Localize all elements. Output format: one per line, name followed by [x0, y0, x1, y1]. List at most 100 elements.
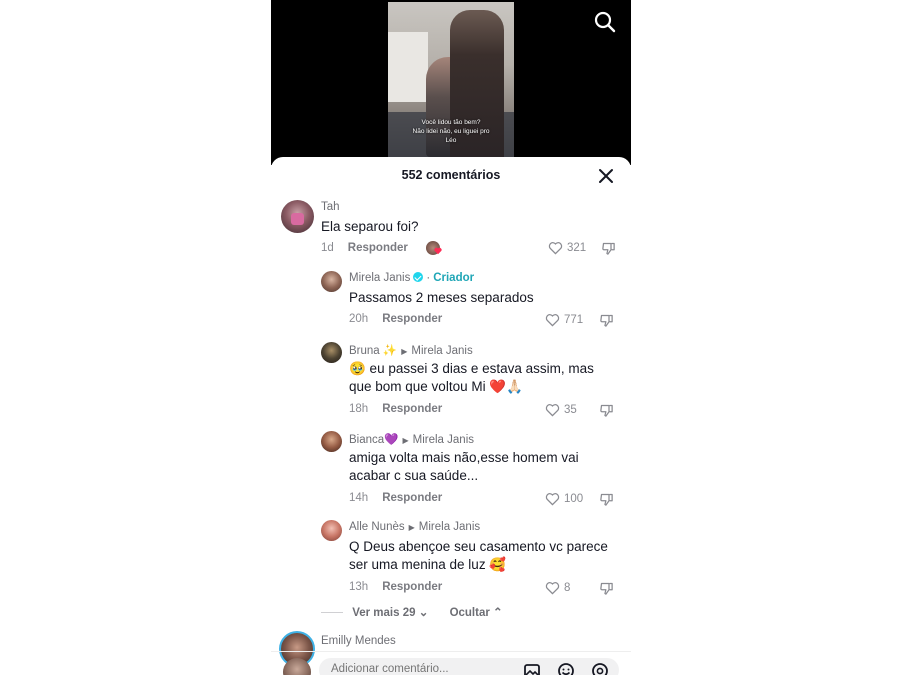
video-caption-line: Não lidei não, eu liguei pro [412, 128, 490, 135]
video-caption-line: Léo [445, 137, 457, 144]
comment-meta: 14h Responder [349, 492, 442, 504]
like-count: 321 [567, 242, 587, 255]
comment-text-line: Q Deus abençoe seu casamento vc parece [349, 539, 608, 554]
comment-input-field[interactable] [319, 658, 619, 675]
comment-username[interactable]: Emilly Mendes [321, 635, 396, 647]
chevron-up-icon: ⌃ [493, 607, 503, 619]
dislike-icon[interactable] [599, 492, 614, 512]
comment-item: Tah Ela separou foi? 1d Responder 321 [271, 197, 631, 259]
chevron-down-icon: ⌄ [418, 607, 429, 619]
avatar[interactable] [321, 342, 342, 363]
creator-badge: Criador [433, 272, 475, 284]
avatar[interactable] [321, 271, 342, 292]
emoji-icon[interactable] [557, 662, 575, 675]
comments-header: 552 comentários [271, 157, 631, 193]
comment-item: Emilly Mendes [271, 629, 631, 667]
comment-text-line: que bom que voltou Mi ❤️🙏🏻 [349, 379, 523, 394]
comment-text: Ela separou foi? [321, 219, 419, 234]
reply-arrow-icon: ▶ [401, 347, 408, 356]
comment-text: Passamos 2 meses separados [349, 290, 534, 305]
comment-text: Q Deus abençoe seu casamento vc parece s… [349, 538, 608, 574]
comment-reply-item: Bruna ✨ ▶ Mirela Janis 🥹 eu passei 3 dias … [271, 340, 631, 422]
dislike-icon[interactable] [601, 241, 616, 261]
comment-username[interactable]: Alle Nunès ▶ Mirela Janis [349, 521, 480, 533]
hide-replies-button[interactable]: Ocultar ⌃ [450, 607, 503, 619]
reply-button[interactable]: Responder [382, 581, 442, 593]
video-caption: Você lidou tão bem? Não lidei não, eu li… [388, 118, 514, 145]
like-button[interactable]: 35 [545, 403, 577, 417]
my-avatar [283, 658, 311, 675]
comment-meta: 18h Responder [349, 403, 442, 415]
mention-icon[interactable] [591, 662, 609, 675]
like-button[interactable]: 321 [548, 241, 586, 255]
separator-dot: · [426, 272, 431, 284]
verified-icon [413, 272, 424, 282]
video-player[interactable]: Você lidou tão bem? Não lidei não, eu li… [271, 0, 631, 165]
comment-username[interactable]: Bianca💜 ▶ Mirela Janis [349, 432, 474, 446]
comment-username[interactable]: Bruna ✨ ▶ Mirela Janis [349, 343, 473, 357]
heart-icon [545, 493, 560, 506]
username-text: Alle Nunès [349, 521, 405, 533]
comment-reply-item: Alle Nunès ▶ Mirela Janis Q Deus abençoe s… [271, 518, 631, 600]
image-icon[interactable] [523, 662, 541, 675]
comment-username[interactable]: Tah [321, 201, 340, 213]
like-button[interactable]: 100 [545, 492, 583, 506]
heart-icon [545, 404, 560, 417]
search-icon[interactable] [593, 10, 617, 34]
comment-time: 18h [349, 403, 369, 415]
comments-sheet: 552 comentários Tah Ela separou foi? 1d R… [271, 157, 631, 675]
comment-count: 552 comentários [401, 168, 501, 182]
comment-text: 🥹 eu passei 3 dias e estava assim, mas q… [349, 360, 594, 396]
comment-time: 14h [349, 492, 369, 504]
like-count: 35 [564, 404, 577, 417]
comment-text-line: acabar c sua saúde... [349, 468, 479, 483]
dislike-icon[interactable] [599, 403, 614, 423]
view-more-button[interactable]: Ver mais 29 ⌄ [352, 607, 428, 619]
like-button[interactable]: 771 [545, 313, 583, 327]
comment-meta: 13h Responder [349, 581, 442, 593]
video-frame[interactable]: Você lidou tão bem? Não lidei não, eu li… [388, 2, 514, 158]
close-icon[interactable] [597, 167, 615, 185]
reply-button[interactable]: Responder [348, 242, 408, 254]
like-button[interactable]: 8 [545, 581, 570, 595]
reply-to-username[interactable]: Mirela Janis [411, 345, 472, 357]
reply-button[interactable]: Responder [382, 492, 442, 504]
comment-time: 1d [321, 242, 334, 254]
heart-icon [545, 582, 560, 595]
comment-input-bar [271, 651, 631, 675]
creator-liked-avatar [426, 241, 442, 255]
comment-reply-item: Bianca💜 ▶ Mirela Janis amiga volta mais nã… [271, 429, 631, 511]
like-count: 100 [564, 493, 584, 506]
reply-to-username[interactable]: Mirela Janis [413, 434, 474, 446]
like-count: 8 [564, 582, 571, 595]
username-text: Bianca💜 [349, 434, 399, 446]
like-count: 771 [564, 314, 584, 327]
dislike-icon[interactable] [599, 313, 614, 333]
reply-to-username[interactable]: Mirela Janis [419, 521, 480, 533]
username-text: Bruna ✨ [349, 345, 398, 357]
reply-arrow-icon: ▶ [402, 436, 409, 445]
dislike-icon[interactable] [599, 581, 614, 601]
avatar[interactable] [321, 431, 342, 452]
username-text: Mirela Janis [349, 272, 411, 284]
video-caption-line: Você lidou tão bem? [421, 119, 481, 126]
comment-meta: 20h Responder [349, 313, 442, 325]
reply-arrow-icon: ▶ [408, 523, 415, 532]
reply-button[interactable]: Responder [382, 403, 442, 415]
comment-text-line: amiga volta mais não,esse homem vai [349, 450, 579, 465]
comment-time: 13h [349, 581, 369, 593]
thread-divider [321, 612, 343, 614]
avatar[interactable] [281, 200, 314, 233]
heart-icon [545, 314, 560, 327]
video-window-shape [388, 32, 428, 102]
view-more-label: Ver mais 29 [352, 607, 416, 619]
comment-username[interactable]: Mirela Janis · Criador [349, 272, 474, 284]
comment-reply-item: Mirela Janis · Criador Passamos 2 meses se… [271, 269, 631, 331]
avatar[interactable] [321, 520, 342, 541]
thread-controls: Ver mais 29 ⌄ Ocultar ⌃ [321, 605, 503, 619]
comment-input[interactable] [329, 662, 503, 675]
reply-button[interactable]: Responder [382, 313, 442, 325]
hide-label: Ocultar [449, 607, 490, 619]
heart-icon [548, 242, 563, 255]
comment-meta: 1d Responder [321, 242, 408, 254]
